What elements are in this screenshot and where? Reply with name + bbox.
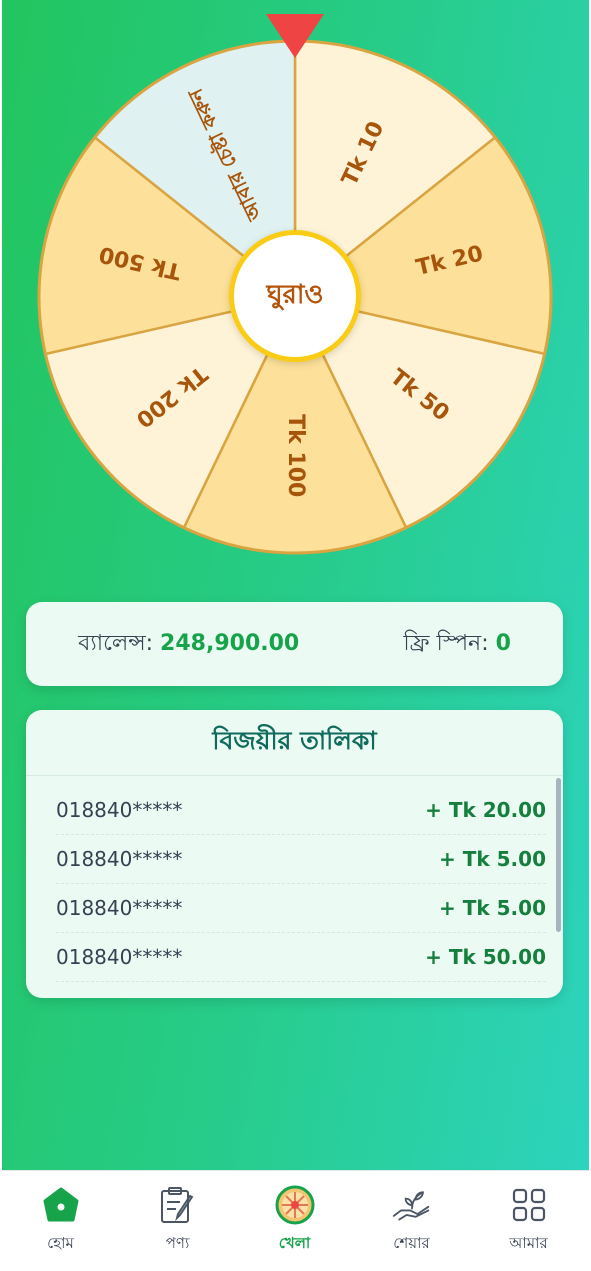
nav-label: খেলা [278,1234,311,1252]
clipboard-icon [158,1185,198,1225]
nav-item-mine[interactable]: আমার [470,1171,587,1266]
winner-row: 018840***** + Tk 50.00 [56,933,546,982]
winner-row: 018840***** + Tk 20.00 [56,786,546,835]
nav-label: পণ্য [165,1234,190,1252]
winner-amount: + Tk 5.00 [439,847,546,871]
winners-card: বিজয়ীর তালিকা 018840***** + Tk 20.00 01… [26,710,563,998]
nav-item-game[interactable]: খেলা [236,1171,353,1266]
free-spin-info: ফ্রি স্পিন: 0 [403,626,511,663]
balance-label: ব্যালেন্স: [78,630,154,656]
nav-item-share[interactable]: শেয়ার [353,1171,470,1266]
wheel-icon [275,1185,315,1225]
spin-wheel: Tk 10 Tk 20 Tk 50 Tk 100 Tk 200 Tk 500 আবার চে… [2,0,589,570]
bottom-nav: হোম পণ্য খেলা শেয়ার আমার [2,1170,589,1271]
free-spin-label: ফ্রি স্পিন: [403,630,489,656]
spin-button[interactable]: ঘুরাও [229,230,361,362]
grid-icon [509,1185,549,1225]
nav-label: হোম [47,1234,74,1252]
nav-label: আমার [509,1234,548,1252]
winner-phone: 018840***** [56,945,183,969]
winner-amount: + Tk 20.00 [425,798,546,822]
winner-phone: 018840***** [56,896,183,920]
balance-info: ব্যালেন্স: 248,900.00 [78,626,299,663]
winner-phone: 018840***** [56,847,183,871]
hand-plant-icon [392,1185,432,1225]
winners-title: বিজয়ীর তালিকা [26,710,563,776]
app-screen: Tk 10 Tk 20 Tk 50 Tk 100 Tk 200 Tk 500 আবার চে… [2,0,589,1271]
winners-scrollbar[interactable] [556,778,561,932]
free-spin-value: 0 [495,630,511,656]
winners-list[interactable]: 018840***** + Tk 20.00 018840***** + Tk … [26,776,563,998]
wheel-segment-label: Tk 100 [283,414,308,497]
nav-item-home[interactable]: হোম [2,1171,119,1266]
balance-card: ব্যালেন্স: 248,900.00 ফ্রি স্পিন: 0 [26,602,563,686]
winner-amount: + Tk 50.00 [425,945,546,969]
nav-label: শেয়ার [393,1234,430,1252]
winner-phone: 018840***** [56,798,183,822]
balance-value: 248,900.00 [160,630,300,656]
winner-row: 018840***** + Tk 5.00 [56,884,546,933]
winner-row: 018840***** + Tk 5.00 [56,835,546,884]
winner-amount: + Tk 5.00 [439,896,546,920]
nav-item-products[interactable]: পণ্য [119,1171,236,1266]
home-icon [41,1185,81,1225]
